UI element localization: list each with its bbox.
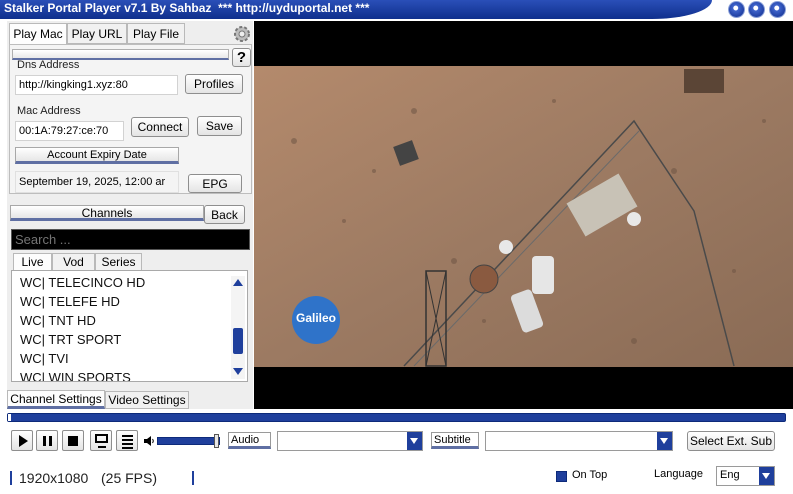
language-select[interactable]: Eng <box>716 466 775 486</box>
list-item[interactable]: WC| TRT SPORT <box>20 332 121 347</box>
back-button[interactable]: Back <box>204 205 245 224</box>
playlist-button[interactable] <box>116 430 138 451</box>
account-expiry-header: Account Expiry Date <box>15 147 179 164</box>
monitor-icon <box>95 434 108 443</box>
language-value: Eng <box>720 469 740 481</box>
tab-play-url[interactable]: Play URL <box>67 23 127 44</box>
tab-vod[interactable]: Vod <box>52 253 95 271</box>
channel-watermark: Galileo <box>295 311 336 325</box>
list-item[interactable]: WC| TNT HD <box>20 313 96 328</box>
select-ext-sub-button[interactable]: Select Ext. Sub <box>687 431 775 451</box>
scroll-thumb[interactable] <box>233 328 243 354</box>
settings-gear-icon[interactable] <box>232 24 252 44</box>
volume-icon <box>143 434 155 448</box>
maximize-button[interactable] <box>748 1 765 18</box>
language-label: Language <box>654 468 703 480</box>
fullscreen-button[interactable] <box>90 430 112 451</box>
mac-label: Mac Address <box>17 105 81 117</box>
seek-thumb[interactable] <box>8 414 11 421</box>
close-button[interactable] <box>769 1 786 18</box>
chevron-down-icon[interactable] <box>657 432 672 450</box>
channel-scrollbar[interactable] <box>231 276 245 379</box>
search-input[interactable] <box>11 229 250 250</box>
scroll-down-icon[interactable] <box>233 368 243 375</box>
audio-track-select[interactable] <box>277 431 423 451</box>
list-item[interactable]: WC| TELECINCO HD <box>20 275 145 290</box>
profiles-button[interactable]: Profiles <box>185 74 243 94</box>
seek-bar[interactable] <box>7 413 786 422</box>
status-divider <box>10 471 12 485</box>
dns-label: Dns Address <box>17 59 80 71</box>
list-item[interactable]: WC| TELEFE HD <box>20 294 120 309</box>
pause-button[interactable] <box>36 430 58 451</box>
account-expiry-value: September 19, 2025, 12:00 ar <box>15 171 179 193</box>
tab-channel-settings[interactable]: Channel Settings <box>7 390 105 409</box>
status-divider <box>192 471 194 485</box>
save-button[interactable]: Save <box>197 116 242 136</box>
stop-button[interactable] <box>62 430 84 451</box>
mac-address-input[interactable]: 00:1A:79:27:ce:70 <box>15 121 124 141</box>
tab-live[interactable]: Live <box>13 253 52 271</box>
resolution-text: 1920x1080 <box>19 470 89 486</box>
epg-button[interactable]: EPG <box>188 174 242 193</box>
volume-slider[interactable] <box>157 434 220 448</box>
tab-video-settings[interactable]: Video Settings <box>105 391 189 409</box>
scroll-up-icon[interactable] <box>233 279 243 286</box>
video-frame <box>254 66 793 367</box>
title-bar: Stalker Portal Player v7.1 By Sahbaz ***… <box>0 0 793 19</box>
tab-series[interactable]: Series <box>95 253 142 271</box>
audio-label: Audio <box>228 432 271 449</box>
monitor-stand-icon <box>98 446 106 448</box>
pause-icon-bar <box>49 436 52 446</box>
volume-thumb[interactable] <box>214 434 219 448</box>
fps-text: (25 FPS) <box>101 470 158 486</box>
subtitle-select[interactable] <box>485 431 673 451</box>
play-button[interactable] <box>11 430 33 451</box>
video-display[interactable]: Galileo <box>254 21 793 409</box>
tab-play-file[interactable]: Play File <box>127 23 185 44</box>
window-title: Stalker Portal Player v7.1 By Sahbaz ***… <box>4 1 370 15</box>
list-item[interactable]: WC| TVI <box>20 351 69 366</box>
on-top-checkbox[interactable] <box>556 471 567 482</box>
list-icon <box>122 435 133 437</box>
subtitle-label: Subtitle <box>431 432 479 449</box>
pause-icon <box>43 436 46 446</box>
channel-list: WC| TELECINCO HD WC| TELEFE HD WC| TNT H… <box>11 270 248 382</box>
chevron-down-icon[interactable] <box>759 467 774 485</box>
play-icon <box>19 435 28 447</box>
on-top-label: On Top <box>572 469 608 481</box>
dns-address-input[interactable]: http://kingking1.xyz:80 <box>15 75 178 95</box>
stop-icon <box>68 436 78 446</box>
help-button[interactable]: ? <box>232 48 251 67</box>
channels-header: Channels <box>10 205 204 221</box>
list-item[interactable]: WC| WIN SPORTS <box>20 370 131 381</box>
connect-button[interactable]: Connect <box>131 117 189 137</box>
chevron-down-icon[interactable] <box>407 432 422 450</box>
minimize-button[interactable] <box>728 1 745 18</box>
tab-play-mac[interactable]: Play Mac <box>9 23 67 44</box>
